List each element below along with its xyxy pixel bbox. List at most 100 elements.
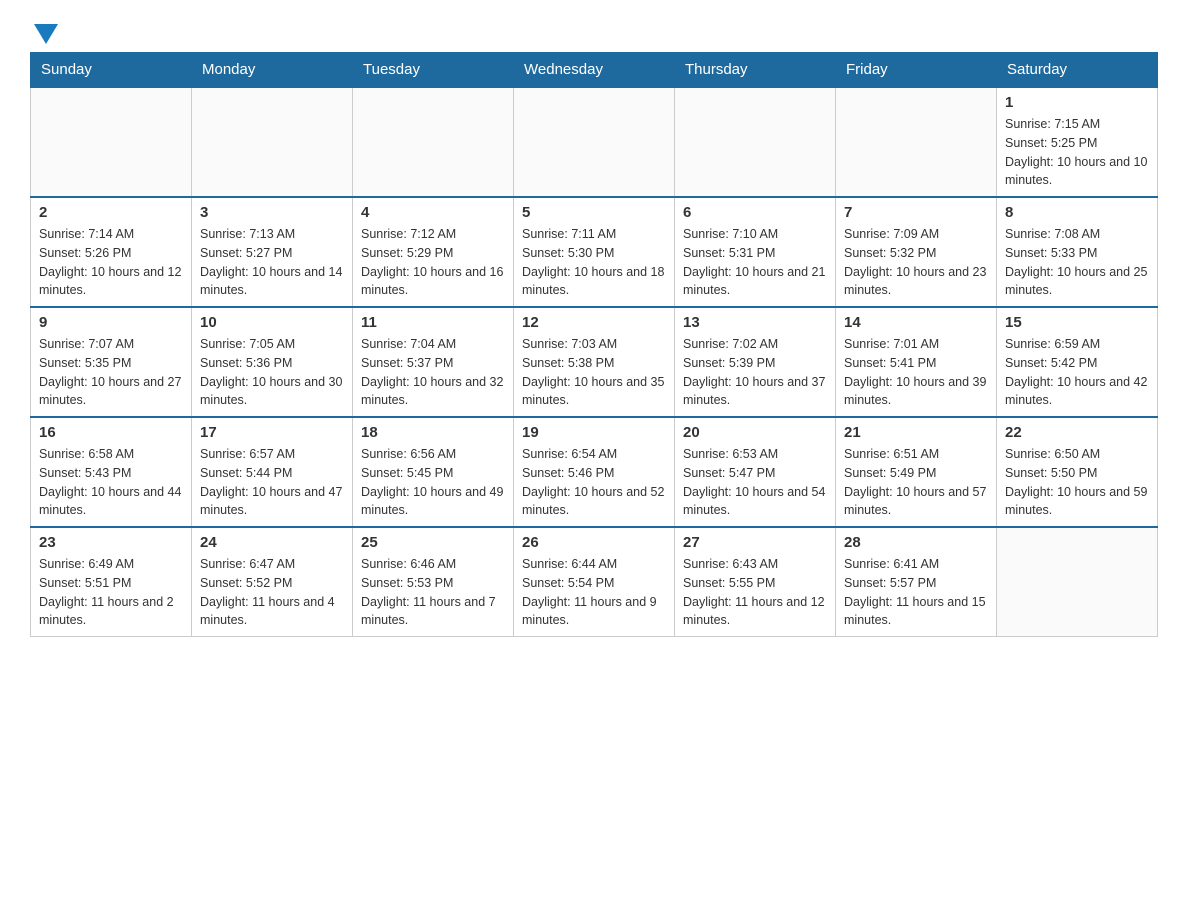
calendar-cell: 7 Sunrise: 7:09 AM Sunset: 5:32 PM Daylig… — [836, 197, 997, 307]
day-info: Sunrise: 7:04 AM Sunset: 5:37 PM Dayligh… — [361, 335, 505, 410]
calendar-cell: 10 Sunrise: 7:05 AM Sunset: 5:36 PM Dayli… — [192, 307, 353, 417]
calendar-week-row: 16Sunrise: 6:58 AM Sunset: 5:43 PM Dayli… — [31, 417, 1158, 527]
day-number: 28 — [844, 534, 988, 551]
weekday-header-thursday: Thursday — [675, 53, 836, 88]
calendar-table: SundayMondayTuesdayWednesdayThursdayFrid… — [30, 52, 1158, 637]
calendar-cell: 28 Sunrise: 6:41 AM Sunset: 5:57 PM Dayli… — [836, 527, 997, 637]
calendar-cell: 4 Sunrise: 7:12 AM Sunset: 5:29 PM Daylig… — [353, 197, 514, 307]
day-info: Sunrise: 7:13 AM Sunset: 5:27 PM Dayligh… — [200, 225, 344, 300]
logo — [30, 20, 58, 42]
day-number: 14 — [844, 314, 988, 331]
day-number: 9 — [39, 314, 183, 331]
calendar-cell — [997, 527, 1158, 637]
calendar-cell — [192, 87, 353, 197]
day-info: Sunrise: 7:15 AM Sunset: 5:25 PM Dayligh… — [1005, 115, 1149, 190]
calendar-cell: 12 Sunrise: 7:03 AM Sunset: 5:38 PM Dayli… — [514, 307, 675, 417]
day-info: Sunrise: 7:09 AM Sunset: 5:32 PM Dayligh… — [844, 225, 988, 300]
weekday-header-saturday: Saturday — [997, 53, 1158, 88]
day-number: 17 — [200, 424, 344, 441]
calendar-cell: 20 Sunrise: 6:53 AM Sunset: 5:47 PM Dayli… — [675, 417, 836, 527]
day-number: 21 — [844, 424, 988, 441]
day-number: 26 — [522, 534, 666, 551]
calendar-cell: 21 Sunrise: 6:51 AM Sunset: 5:49 PM Dayli… — [836, 417, 997, 527]
calendar-week-row: 23 Sunrise: 6:49 AM Sunset: 5:51 PM Dayli… — [31, 527, 1158, 637]
day-number: 15 — [1005, 314, 1149, 331]
day-number: 25 — [361, 534, 505, 551]
day-info: Sunrise: 6:47 AM Sunset: 5:52 PM Dayligh… — [200, 555, 344, 630]
page-header — [30, 20, 1158, 42]
calendar-cell — [836, 87, 997, 197]
day-number: 20 — [683, 424, 827, 441]
weekday-header-wednesday: Wednesday — [514, 53, 675, 88]
day-info: Sunrise: 6:49 AM Sunset: 5:51 PM Dayligh… — [39, 555, 183, 630]
day-number: 6 — [683, 204, 827, 221]
day-info: Sunrise: 7:11 AM Sunset: 5:30 PM Dayligh… — [522, 225, 666, 300]
calendar-cell: 16Sunrise: 6:58 AM Sunset: 5:43 PM Dayli… — [31, 417, 192, 527]
day-info: Sunrise: 7:14 AM Sunset: 5:26 PM Dayligh… — [39, 225, 183, 300]
day-info: Sunrise: 6:59 AM Sunset: 5:42 PM Dayligh… — [1005, 335, 1149, 410]
calendar-cell: 6Sunrise: 7:10 AM Sunset: 5:31 PM Daylig… — [675, 197, 836, 307]
calendar-week-row: 9Sunrise: 7:07 AM Sunset: 5:35 PM Daylig… — [31, 307, 1158, 417]
day-number: 4 — [361, 204, 505, 221]
day-info: Sunrise: 7:01 AM Sunset: 5:41 PM Dayligh… — [844, 335, 988, 410]
day-number: 1 — [1005, 94, 1149, 111]
day-number: 8 — [1005, 204, 1149, 221]
calendar-cell: 8 Sunrise: 7:08 AM Sunset: 5:33 PM Daylig… — [997, 197, 1158, 307]
calendar-cell: 24 Sunrise: 6:47 AM Sunset: 5:52 PM Dayli… — [192, 527, 353, 637]
calendar-cell — [31, 87, 192, 197]
day-info: Sunrise: 6:57 AM Sunset: 5:44 PM Dayligh… — [200, 445, 344, 520]
calendar-cell: 13Sunrise: 7:02 AM Sunset: 5:39 PM Dayli… — [675, 307, 836, 417]
day-number: 13 — [683, 314, 827, 331]
day-number: 19 — [522, 424, 666, 441]
day-info: Sunrise: 7:03 AM Sunset: 5:38 PM Dayligh… — [522, 335, 666, 410]
day-number: 18 — [361, 424, 505, 441]
day-number: 27 — [683, 534, 827, 551]
day-info: Sunrise: 6:51 AM Sunset: 5:49 PM Dayligh… — [844, 445, 988, 520]
day-number: 24 — [200, 534, 344, 551]
calendar-cell: 2Sunrise: 7:14 AM Sunset: 5:26 PM Daylig… — [31, 197, 192, 307]
day-info: Sunrise: 7:12 AM Sunset: 5:29 PM Dayligh… — [361, 225, 505, 300]
day-info: Sunrise: 6:54 AM Sunset: 5:46 PM Dayligh… — [522, 445, 666, 520]
calendar-cell: 14 Sunrise: 7:01 AM Sunset: 5:41 PM Dayli… — [836, 307, 997, 417]
day-info: Sunrise: 6:58 AM Sunset: 5:43 PM Dayligh… — [39, 445, 183, 520]
calendar-cell — [675, 87, 836, 197]
day-number: 22 — [1005, 424, 1149, 441]
day-info: Sunrise: 6:43 AM Sunset: 5:55 PM Dayligh… — [683, 555, 827, 630]
day-info: Sunrise: 6:41 AM Sunset: 5:57 PM Dayligh… — [844, 555, 988, 630]
day-info: Sunrise: 6:50 AM Sunset: 5:50 PM Dayligh… — [1005, 445, 1149, 520]
calendar-cell: 3 Sunrise: 7:13 AM Sunset: 5:27 PM Daylig… — [192, 197, 353, 307]
calendar-cell: 19 Sunrise: 6:54 AM Sunset: 5:46 PM Dayli… — [514, 417, 675, 527]
day-number: 12 — [522, 314, 666, 331]
calendar-cell: 17 Sunrise: 6:57 AM Sunset: 5:44 PM Dayli… — [192, 417, 353, 527]
calendar-cell: 11 Sunrise: 7:04 AM Sunset: 5:37 PM Dayli… — [353, 307, 514, 417]
calendar-cell: 23 Sunrise: 6:49 AM Sunset: 5:51 PM Dayli… — [31, 527, 192, 637]
day-info: Sunrise: 6:56 AM Sunset: 5:45 PM Dayligh… — [361, 445, 505, 520]
weekday-header-friday: Friday — [836, 53, 997, 88]
weekday-header-monday: Monday — [192, 53, 353, 88]
calendar-cell: 18 Sunrise: 6:56 AM Sunset: 5:45 PM Dayli… — [353, 417, 514, 527]
day-info: Sunrise: 6:53 AM Sunset: 5:47 PM Dayligh… — [683, 445, 827, 520]
day-number: 23 — [39, 534, 183, 551]
day-number: 11 — [361, 314, 505, 331]
logo-triangle-icon — [34, 24, 58, 44]
calendar-cell: 27 Sunrise: 6:43 AM Sunset: 5:55 PM Dayli… — [675, 527, 836, 637]
calendar-cell: 25 Sunrise: 6:46 AM Sunset: 5:53 PM Dayli… — [353, 527, 514, 637]
calendar-cell: 5 Sunrise: 7:11 AM Sunset: 5:30 PM Daylig… — [514, 197, 675, 307]
day-number: 7 — [844, 204, 988, 221]
day-info: Sunrise: 7:05 AM Sunset: 5:36 PM Dayligh… — [200, 335, 344, 410]
calendar-cell — [514, 87, 675, 197]
calendar-cell: 1 Sunrise: 7:15 AM Sunset: 5:25 PM Daylig… — [997, 87, 1158, 197]
day-info: Sunrise: 6:46 AM Sunset: 5:53 PM Dayligh… — [361, 555, 505, 630]
day-number: 5 — [522, 204, 666, 221]
weekday-header-row: SundayMondayTuesdayWednesdayThursdayFrid… — [31, 53, 1158, 88]
weekday-header-tuesday: Tuesday — [353, 53, 514, 88]
calendar-cell: 9Sunrise: 7:07 AM Sunset: 5:35 PM Daylig… — [31, 307, 192, 417]
day-number: 3 — [200, 204, 344, 221]
day-info: Sunrise: 7:08 AM Sunset: 5:33 PM Dayligh… — [1005, 225, 1149, 300]
calendar-week-row: 2Sunrise: 7:14 AM Sunset: 5:26 PM Daylig… — [31, 197, 1158, 307]
day-info: Sunrise: 6:44 AM Sunset: 5:54 PM Dayligh… — [522, 555, 666, 630]
calendar-cell — [353, 87, 514, 197]
calendar-cell: 15 Sunrise: 6:59 AM Sunset: 5:42 PM Dayli… — [997, 307, 1158, 417]
day-number: 10 — [200, 314, 344, 331]
calendar-cell: 26 Sunrise: 6:44 AM Sunset: 5:54 PM Dayli… — [514, 527, 675, 637]
